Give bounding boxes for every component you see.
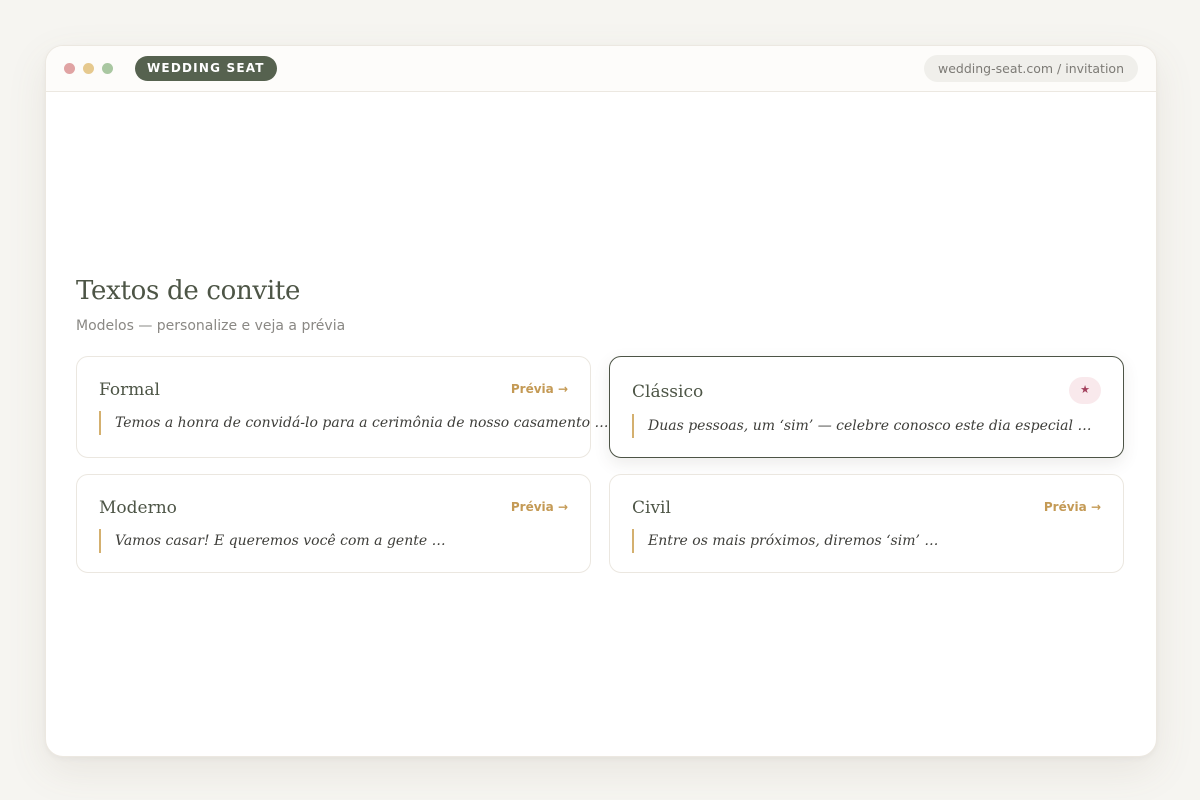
page-subtitle: Modelos — personalize e veja a prévia (76, 318, 346, 334)
star-icon: ★ (1080, 384, 1090, 396)
template-card-formal[interactable]: Formal Prévia → Temos a honra de convidá… (76, 356, 608, 458)
url-bar[interactable]: wedding-seat.com / invitation (924, 55, 1138, 82)
template-text: Vamos casar! E queremos você com a gente… (99, 529, 446, 553)
template-card-classico[interactable]: Clássico ★ Duas pessoas, um ‘sim’ — cele… (609, 356, 1124, 458)
brand-logo[interactable]: WEDDING SEAT (135, 56, 277, 81)
template-card-moderno[interactable]: Moderno Prévia → Vamos casar! E queremos… (76, 474, 591, 573)
browser-window: WEDDING SEAT wedding-seat.com / invitati… (45, 45, 1157, 757)
template-name: Civil (632, 498, 671, 518)
close-window-dot[interactable] (64, 63, 75, 74)
template-text: Duas pessoas, um ‘sim’ — celebre conosco… (632, 414, 1091, 438)
maximize-window-dot[interactable] (102, 63, 113, 74)
template-text: Temos a honra de convidá-lo para a cerim… (99, 411, 608, 435)
template-text: Entre os mais próximos, diremos ‘sim’ … (632, 529, 938, 553)
template-name: Formal (99, 380, 160, 400)
preview-link[interactable]: Prévia → (511, 382, 568, 396)
minimize-window-dot[interactable] (83, 63, 94, 74)
preview-link[interactable]: Prévia → (511, 500, 568, 514)
preview-link[interactable]: Prévia → (1044, 500, 1101, 514)
template-name: Clássico (632, 382, 704, 402)
favorite-badge[interactable]: ★ (1069, 377, 1101, 404)
page-title: Textos de convite (76, 276, 301, 306)
window-titlebar: WEDDING SEAT wedding-seat.com / invitati… (46, 46, 1156, 92)
template-card-civil[interactable]: Civil Prévia → Entre os mais próximos, d… (609, 474, 1124, 573)
template-name: Moderno (99, 498, 177, 518)
